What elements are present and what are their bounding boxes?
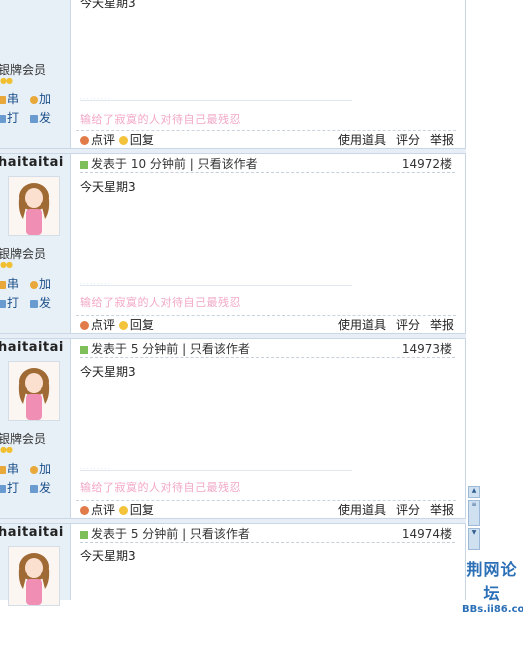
signature-divider — [80, 100, 352, 101]
post-time[interactable]: 发表于 5 分钟前 | 只看该作者 — [91, 342, 250, 356]
post-time[interactable]: 发表于 10 分钟前 | 只看该作者 — [91, 157, 258, 171]
avatar[interactable] — [8, 546, 60, 606]
chuan-icon — [0, 280, 6, 289]
post-meta: 发表于 5 分钟前 | 只看该作者 14974楼 — [80, 526, 455, 543]
post-icon — [80, 345, 88, 354]
author-name[interactable]: haitaitai — [0, 155, 64, 170]
forum-thread: 银牌会员 ●● 串 加 打 发 今天星期3 · · · · · · · · · … — [0, 0, 466, 606]
chuan-icon — [0, 95, 6, 104]
rank-stars: ●● — [0, 260, 13, 269]
post-content: 今天星期3 — [80, 0, 136, 10]
avatar[interactable] — [8, 361, 60, 421]
post-content: 今天星期3 — [80, 549, 136, 563]
add-icon — [30, 95, 38, 104]
add-icon — [30, 280, 38, 289]
rank-stars: ●● — [0, 76, 13, 85]
add-icon — [30, 465, 38, 474]
chuan-icon — [0, 465, 6, 474]
scroll-mid-icon[interactable]: ≡ — [468, 500, 480, 526]
scroll-top-icon[interactable]: ▲ — [468, 486, 480, 498]
floor-number: 14974楼 — [401, 527, 452, 541]
rank-stars: ●● — [0, 445, 13, 454]
floor-number: 14972楼 — [401, 157, 452, 171]
post-icon — [80, 160, 88, 169]
post-meta: 发表于 10 分钟前 | 只看该作者 14972楼 — [80, 156, 455, 173]
post-2: haitaitai 发表于 5 分钟前 | 只看该作者 14973楼 今天星期3 … — [0, 290, 466, 517]
post-time[interactable]: 发表于 5 分钟前 | 只看该作者 — [91, 527, 250, 541]
post-1: haitaitai 发表于 10 分钟前 | 只看该作者 14972楼 今天星期3… — [0, 105, 466, 332]
post-icon — [80, 530, 88, 539]
author-name[interactable]: haitaitai — [0, 340, 64, 355]
site-watermark: 荆网论坛 BBs.ii86.com — [462, 556, 523, 615]
post-meta: 发表于 5 分钟前 | 只看该作者 14973楼 — [80, 341, 455, 358]
watermark-url: BBs.ii86.com — [462, 604, 523, 615]
watermark-title: 荆网论坛 — [466, 560, 518, 603]
post-0: 银牌会员 ●● 串 加 打 发 今天星期3 · · · · · · · · · … — [0, 0, 466, 147]
post-3: haitaitai 发表于 5 分钟前 | 只看该作者 14974楼 今天星期3 — [0, 475, 466, 660]
post-content: 今天星期3 — [80, 365, 136, 379]
scroll-bottom-icon[interactable]: ▼ — [468, 528, 480, 550]
signature-divider — [80, 470, 352, 471]
signature-divider — [80, 285, 352, 286]
floating-scroll-widget[interactable]: ▲ ≡ ▼ — [468, 486, 480, 554]
floor-number: 14973楼 — [401, 342, 452, 356]
author-name[interactable]: haitaitai — [0, 525, 64, 540]
post-content: 今天星期3 — [80, 180, 136, 194]
avatar[interactable] — [8, 176, 60, 236]
